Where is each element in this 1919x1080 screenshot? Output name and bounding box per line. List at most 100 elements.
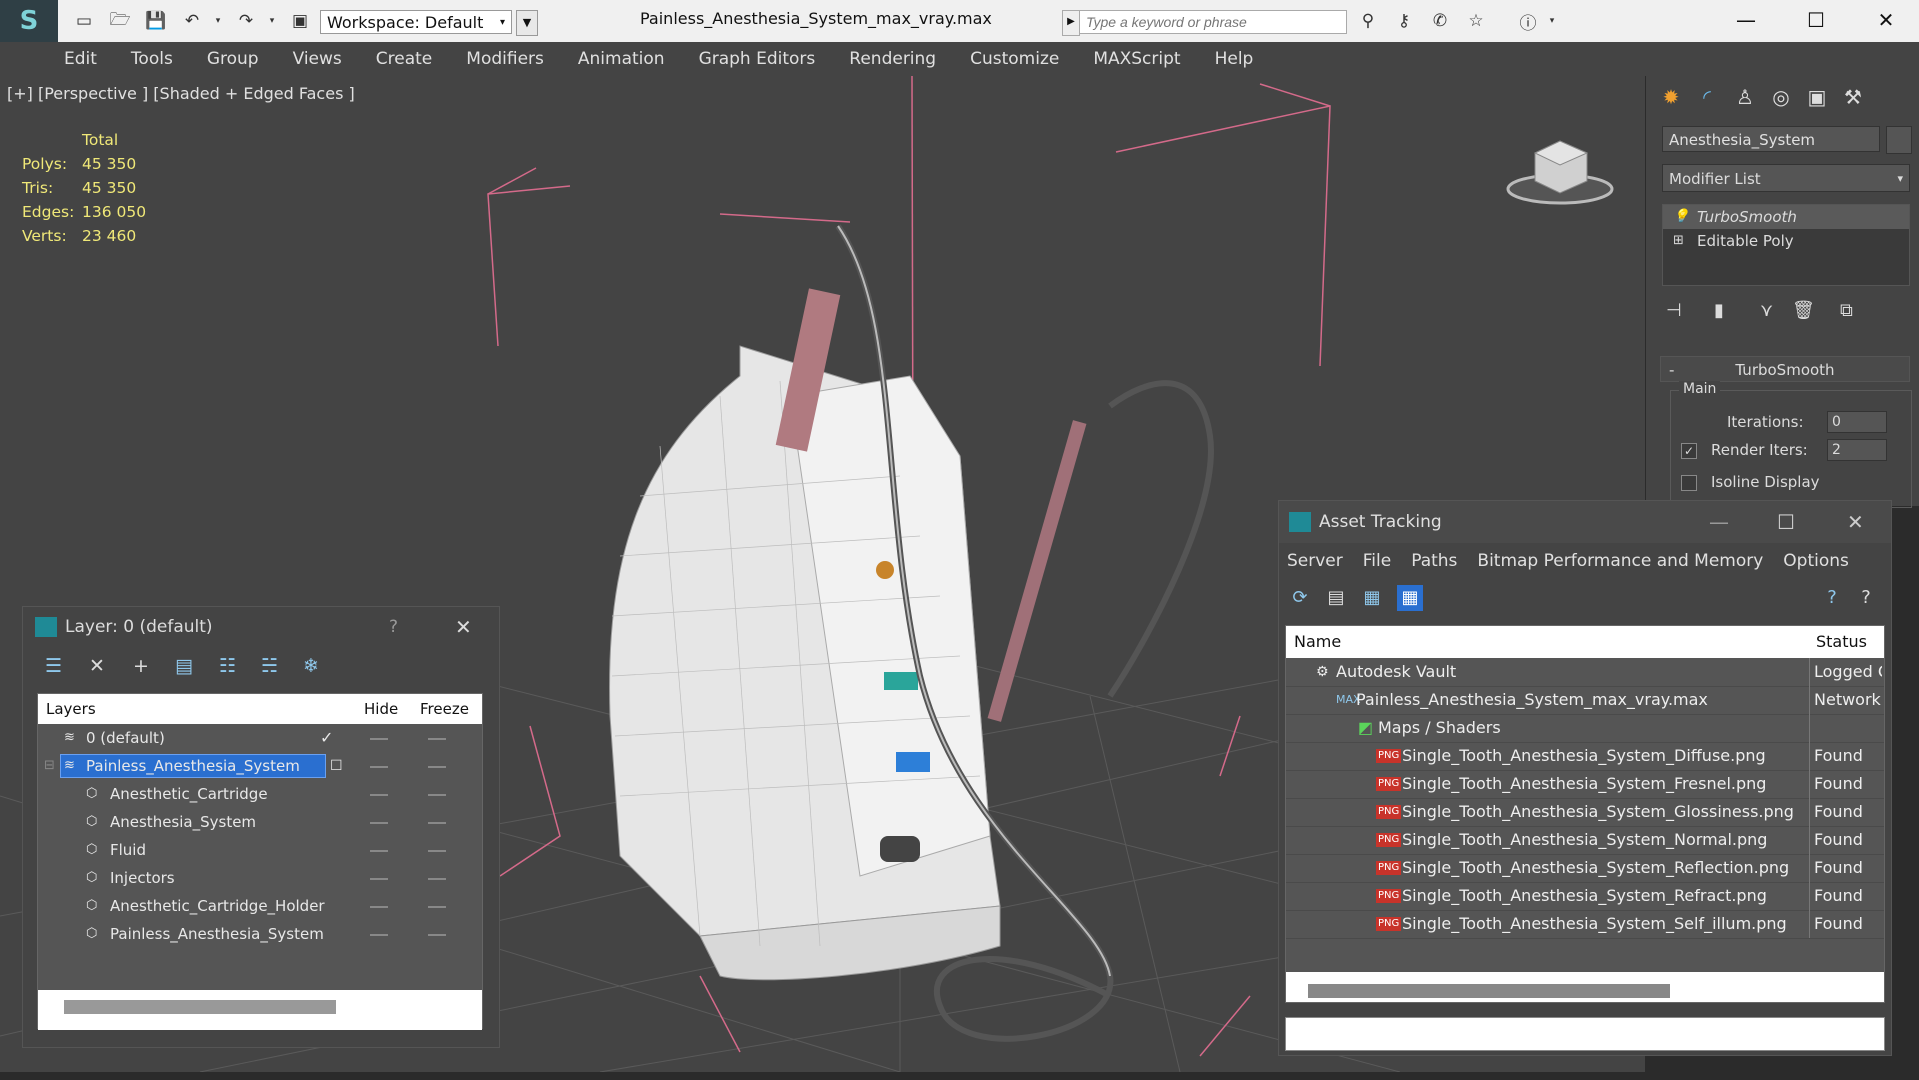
help-icon[interactable]: ? (389, 607, 398, 647)
isoline-checkbox[interactable] (1681, 475, 1697, 491)
menu-file[interactable]: File (1363, 551, 1391, 571)
menu-customize[interactable]: Customize (970, 49, 1059, 69)
hide-toggle[interactable] (370, 850, 388, 852)
stack-item-editable-poly[interactable]: ⊞ Editable Poly (1663, 229, 1909, 253)
freeze-toggle[interactable] (428, 738, 446, 740)
binoculars-icon[interactable]: ⚲ (1356, 9, 1380, 33)
menu-animation[interactable]: Animation (578, 49, 665, 69)
asset-row[interactable]: MAX Painless_Anesthesia_System_max_vray.… (1286, 686, 1884, 715)
asset-row[interactable]: PNG Single_Tooth_Anesthesia_System_Fresn… (1286, 770, 1884, 799)
object-name-field[interactable]: Anesthesia_System (1662, 126, 1880, 152)
menu-rendering[interactable]: Rendering (849, 49, 936, 69)
menu-tools[interactable]: Tools (131, 49, 173, 69)
menu-maxscript[interactable]: MAXScript (1093, 49, 1180, 69)
menu-views[interactable]: Views (293, 49, 342, 69)
remove-modifier-icon[interactable]: 🗑 (1792, 300, 1815, 321)
vault-options-icon[interactable]: ? (1853, 585, 1879, 611)
key-icon[interactable]: ⚷ (1392, 9, 1416, 33)
layer-row[interactable]: ⊟ ≋ Painless_Anesthesia_System ☐ (38, 752, 474, 780)
menu-paths[interactable]: Paths (1411, 551, 1457, 571)
asset-row[interactable]: ◩ Maps / Shaders (1286, 714, 1884, 743)
close-icon[interactable]: ✕ (455, 607, 472, 647)
asset-row[interactable]: PNG Single_Tooth_Anesthesia_System_Norma… (1286, 826, 1884, 855)
add-to-layer-icon[interactable]: + (133, 655, 149, 677)
project-folder-icon[interactable]: ▣ (288, 9, 312, 33)
horizontal-scrollbar[interactable] (64, 1000, 336, 1014)
menu-edit[interactable]: Edit (64, 49, 97, 69)
help-dropdown-icon[interactable]: ▾ (1540, 9, 1564, 33)
hide-all-icon[interactable]: ☵ (261, 655, 278, 677)
freeze-toggle[interactable] (428, 766, 446, 768)
refresh-icon[interactable]: ⟳ (1287, 585, 1313, 611)
col-status[interactable]: Status (1816, 626, 1867, 658)
utilities-tab-icon[interactable]: ⚒ (1836, 82, 1870, 112)
hide-toggle[interactable] (370, 766, 388, 768)
help-icon[interactable]: ⓘ (1516, 9, 1540, 34)
layer-row[interactable]: ⬡ Painless_Anesthesia_System (38, 920, 474, 948)
modify-tab-icon[interactable]: ◜ (1690, 82, 1724, 112)
layer-row[interactable]: ⬡ Anesthesia_System (38, 808, 474, 836)
hide-toggle[interactable] (370, 822, 388, 824)
minimize-icon[interactable]: — (1709, 501, 1729, 543)
render-iters-spinner[interactable]: 2 (1827, 439, 1887, 461)
layer-row[interactable]: ⬡ Fluid (38, 836, 474, 864)
maximize-icon[interactable]: ☐ (1796, 4, 1836, 36)
close-icon[interactable]: ✕ (1866, 4, 1906, 36)
app-logo-icon[interactable]: S (0, 0, 58, 42)
layer-row[interactable]: ⬡ Anesthetic_Cartridge (38, 780, 474, 808)
asset-row[interactable]: ⚙ Autodesk Vault Logged O (1286, 658, 1884, 687)
freeze-toggle[interactable] (428, 794, 446, 796)
freeze-all-icon[interactable]: ❄ (303, 655, 319, 677)
layer-row[interactable]: ⬡ Injectors (38, 864, 474, 892)
create-tab-icon[interactable]: ✹ (1654, 82, 1688, 112)
object-color-swatch[interactable] (1886, 126, 1912, 154)
asset-status-field[interactable] (1285, 1017, 1885, 1051)
asset-row[interactable]: PNG Single_Tooth_Anesthesia_System_Refra… (1286, 882, 1884, 911)
menu-graph-editors[interactable]: Graph Editors (699, 49, 816, 69)
search-input[interactable] (1079, 10, 1347, 34)
col-name[interactable]: Name (1294, 626, 1341, 658)
hide-toggle[interactable] (370, 738, 388, 740)
hide-toggle[interactable] (370, 906, 388, 908)
asset-row[interactable]: PNG Single_Tooth_Anesthesia_System_Gloss… (1286, 798, 1884, 827)
motion-tab-icon[interactable]: ◎ (1764, 82, 1798, 112)
display-tab-icon[interactable]: ▣ (1800, 82, 1834, 112)
layer-dialog-titlebar[interactable]: Layer: 0 (default) ? ✕ (23, 607, 499, 647)
col-freeze[interactable]: Freeze (420, 694, 469, 724)
list-view-icon[interactable]: ▤ (1323, 585, 1349, 611)
freeze-toggle[interactable] (428, 878, 446, 880)
horizontal-scrollbar[interactable] (1308, 984, 1670, 998)
col-layers[interactable]: Layers (46, 694, 96, 724)
freeze-toggle[interactable] (428, 822, 446, 824)
asset-dialog-titlebar[interactable]: Asset Tracking — ☐ ✕ (1279, 501, 1891, 543)
open-file-icon[interactable]: 🗁 (108, 9, 132, 33)
pin-stack-icon[interactable]: ⊣ (1666, 300, 1682, 321)
hide-toggle[interactable] (370, 878, 388, 880)
asset-row[interactable]: PNG Single_Tooth_Anesthesia_System_Diffu… (1286, 742, 1884, 771)
close-icon[interactable]: ✕ (1847, 501, 1864, 543)
active-checkmark-icon[interactable]: ✓ (320, 724, 333, 752)
new-file-icon[interactable]: ▭ (72, 9, 96, 33)
viewport-label[interactable]: [+] [Perspective ] [Shaded + Edged Faces… (7, 84, 355, 103)
redo-dropdown-icon[interactable]: ▾ (260, 9, 284, 33)
table-view-icon[interactable]: ▦ (1397, 585, 1423, 611)
menu-modifiers[interactable]: Modifiers (466, 49, 544, 69)
communication-center-icon[interactable]: ✆ (1428, 9, 1452, 33)
layer-row[interactable]: ≋ 0 (default) ✓ (38, 724, 474, 752)
collapse-icon[interactable]: ⊟ (44, 752, 55, 780)
hierarchy-tab-icon[interactable]: ♙ (1728, 82, 1762, 112)
search-expand-icon[interactable]: ▶ (1062, 10, 1080, 36)
make-unique-icon[interactable]: ⋎ (1760, 300, 1773, 321)
minimize-icon[interactable]: — (1726, 4, 1766, 36)
freeze-toggle[interactable] (428, 906, 446, 908)
delete-layer-icon[interactable]: ✕ (89, 655, 105, 677)
viewcube-icon[interactable] (1505, 131, 1615, 211)
stack-item-turbosmooth[interactable]: 💡 TurboSmooth (1663, 205, 1909, 229)
menu-bitmap-performance[interactable]: Bitmap Performance and Memory (1477, 551, 1763, 571)
set-current-box-icon[interactable]: ☐ (330, 752, 343, 780)
menu-server[interactable]: Server (1287, 551, 1343, 571)
freeze-toggle[interactable] (428, 850, 446, 852)
undo-dropdown-icon[interactable]: ▾ (206, 9, 230, 33)
thumbnail-view-icon[interactable]: ▦ (1359, 585, 1385, 611)
anesthesia-device-model[interactable] (609, 224, 1214, 1042)
